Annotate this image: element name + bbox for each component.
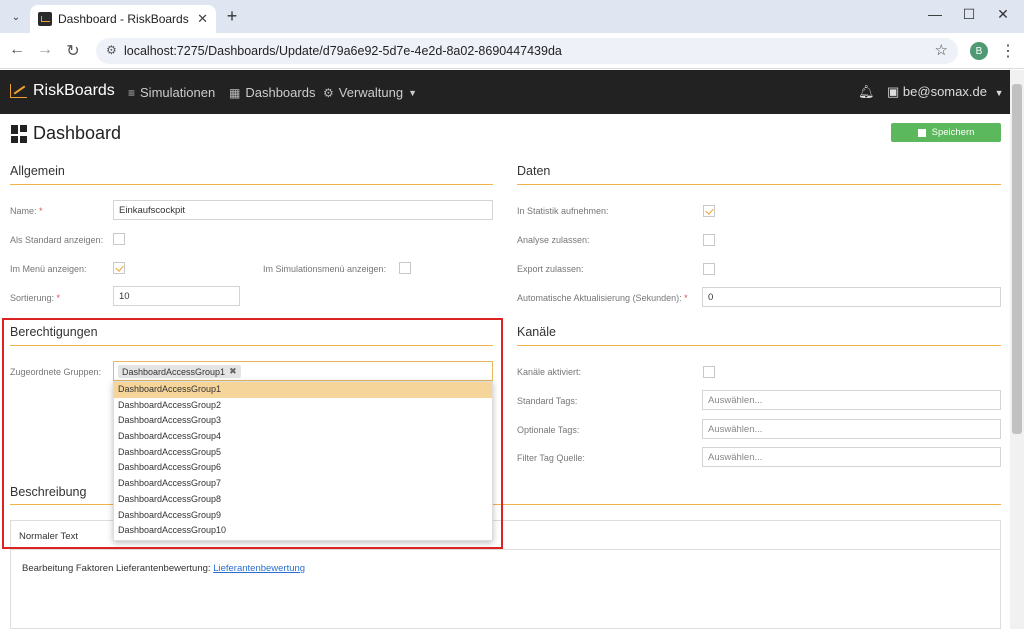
- chart-line-icon: [10, 84, 28, 98]
- user-card-icon: ▣: [887, 84, 900, 99]
- export-checkbox[interactable]: [703, 263, 715, 275]
- save-button-label: Speichern: [931, 127, 975, 138]
- browser-toolbar: ← → ↻ ⚙ localhost:7275/Dashboards/Update…: [0, 33, 1024, 69]
- simmenu-checkbox[interactable]: [399, 262, 411, 274]
- nav-simulationen-label: Simulationen: [140, 85, 216, 100]
- simmenu-label: Im Simulationsmenü anzeigen:: [263, 264, 387, 274]
- nav-simulationen[interactable]: ≡ Simulationen: [128, 85, 215, 100]
- statistik-label: In Statistik aufnehmen:: [517, 206, 609, 216]
- standard-tags-label: Standard Tags:: [517, 396, 578, 406]
- nav-verwaltung-label: Verwaltung: [338, 85, 404, 100]
- name-label: Name: *: [10, 206, 43, 216]
- refresh-input[interactable]: 0: [702, 287, 1001, 307]
- optionale-tags-select[interactable]: Auswählen...: [702, 419, 1001, 439]
- dashboard-icon: [11, 124, 27, 143]
- new-tab-icon[interactable]: +: [222, 6, 242, 27]
- standard-tags-select[interactable]: Auswählen...: [702, 390, 1001, 410]
- gear-icon: ⚙: [323, 85, 334, 100]
- analyse-checkbox[interactable]: [703, 234, 715, 246]
- bookmark-star-icon[interactable]: ☆: [935, 41, 948, 59]
- url-bar[interactable]: ⚙ localhost:7275/Dashboards/Update/d79a6…: [96, 38, 958, 64]
- dashboard-icon: ▦: [229, 85, 241, 100]
- tab-search-icon[interactable]: ⌄: [6, 7, 26, 27]
- section-allgemein-title: Allgemein: [10, 164, 65, 178]
- standard-checkbox[interactable]: [113, 233, 125, 245]
- page-scrollbar[interactable]: [1010, 70, 1024, 629]
- lieferantenbewertung-link[interactable]: Lieferantenbewertung: [213, 563, 305, 574]
- sort-input[interactable]: 10: [113, 286, 240, 306]
- browser-tab[interactable]: Dashboard - RiskBoards ✕: [30, 5, 216, 33]
- close-tab-icon[interactable]: ✕: [197, 11, 208, 27]
- scrollbar-thumb[interactable]: [1012, 84, 1022, 434]
- filter-tag-select[interactable]: Auswählen...: [702, 447, 1001, 467]
- forward-icon[interactable]: →: [35, 41, 55, 59]
- statistik-checkbox[interactable]: [703, 205, 715, 217]
- minimize-icon[interactable]: —: [925, 6, 945, 22]
- section-divider: [517, 184, 1001, 185]
- browser-menu-icon[interactable]: ⋮: [1000, 41, 1016, 61]
- app-navbar: RiskBoards ≡ Simulationen ▦ Dashboards ⚙…: [0, 70, 1010, 114]
- tab-title: Dashboard - RiskBoards: [58, 12, 189, 26]
- back-icon[interactable]: ←: [7, 41, 27, 59]
- browser-tabstrip: ⌄ Dashboard - RiskBoards ✕ + — ☐ ✕: [0, 0, 1024, 33]
- name-input[interactable]: Einkaufscockpit: [113, 200, 493, 220]
- brand-name: RiskBoards: [33, 82, 115, 99]
- export-label: Export zulassen:: [517, 264, 584, 274]
- profile-avatar[interactable]: B: [970, 42, 988, 60]
- maximize-icon[interactable]: ☐: [959, 6, 979, 23]
- reload-icon[interactable]: ↻: [63, 41, 83, 61]
- close-window-icon[interactable]: ✕: [993, 6, 1013, 23]
- user-email: be@somax.de: [902, 84, 987, 99]
- section-divider: [10, 184, 493, 185]
- standard-label: Als Standard anzeigen:: [10, 235, 104, 245]
- menu-label: Im Menü anzeigen:: [10, 264, 87, 274]
- section-divider: [517, 345, 1001, 346]
- highlight-annotation: [2, 318, 503, 549]
- analyse-label: Analyse zulassen:: [517, 235, 590, 245]
- optionale-tags-label: Optionale Tags:: [517, 425, 580, 435]
- section-kanaele-title: Kanäle: [517, 325, 556, 339]
- editor-content[interactable]: Bearbeitung Faktoren Lieferantenbewertun…: [22, 563, 305, 574]
- database-icon: ≡: [128, 85, 136, 100]
- menu-checkbox[interactable]: [113, 262, 125, 274]
- save-icon: [917, 128, 926, 137]
- bell-icon[interactable]: 🔔︎: [858, 84, 875, 100]
- refresh-label: Automatische Aktualisierung (Sekunden): …: [517, 293, 688, 303]
- page-title: Dashboard: [11, 123, 121, 144]
- brand-logo[interactable]: RiskBoards: [10, 82, 115, 100]
- sort-label: Sortierung: *: [10, 293, 61, 303]
- caret-down-icon: ▼: [994, 88, 1004, 98]
- favicon-icon: [38, 12, 52, 26]
- nav-dashboards-label: Dashboards: [245, 85, 316, 100]
- editor-text: Bearbeitung Faktoren Lieferantenbewertun…: [22, 563, 211, 574]
- nav-dashboards[interactable]: ▦ Dashboards: [229, 85, 315, 100]
- page-title-text: Dashboard: [33, 123, 122, 143]
- site-settings-icon[interactable]: ⚙: [106, 43, 117, 57]
- nav-verwaltung[interactable]: ⚙ Verwaltung ▼: [323, 85, 417, 100]
- user-menu[interactable]: ▣ be@somax.de ▼: [887, 84, 1004, 100]
- url-text[interactable]: localhost:7275/Dashboards/Update/d79a6e9…: [124, 44, 562, 58]
- section-daten-title: Daten: [517, 164, 551, 178]
- caret-down-icon: ▼: [408, 87, 418, 98]
- filter-tag-label: Filter Tag Quelle:: [517, 453, 585, 463]
- kanaele-aktiviert-checkbox[interactable]: [703, 366, 715, 378]
- kanaele-aktiviert-label: Kanäle aktiviert:: [517, 367, 582, 377]
- save-button[interactable]: Speichern: [891, 123, 1001, 142]
